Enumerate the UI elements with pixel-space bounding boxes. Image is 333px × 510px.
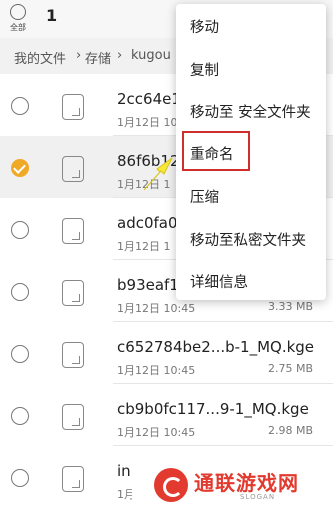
breadcrumb-separator-icon: ›	[117, 48, 123, 63]
watermark-logo: 通联游戏网 SLOGAN	[132, 462, 333, 510]
annotation-arrow-icon	[143, 157, 173, 191]
file-name: 2cc64e1	[117, 90, 181, 108]
file-name: adc0fa0	[117, 214, 178, 232]
list-item[interactable]: c652784be2...b-1_MQ.kge 1月12日 10:45 2.75…	[0, 322, 333, 384]
menu-item-copy[interactable]: 复制	[190, 59, 219, 80]
file-icon	[62, 280, 84, 306]
file-icon	[62, 404, 84, 430]
watermark-text: 通联游戏网	[194, 471, 299, 495]
file-icon	[62, 342, 84, 368]
file-size: 3.33 MB	[267, 300, 313, 313]
row-checkbox[interactable]	[11, 469, 29, 487]
file-size: 2.75 MB	[267, 362, 313, 375]
menu-item-move[interactable]: 移动	[190, 16, 219, 37]
row-checkbox-checked[interactable]	[11, 159, 29, 177]
file-name: c652784be2...b-1_MQ.kge	[117, 338, 315, 356]
file-name: cb9b0fc117...9-1_MQ.kge	[117, 400, 309, 418]
breadcrumb-separator-icon: ›	[76, 48, 82, 63]
file-icon	[62, 218, 84, 244]
file-date: 1月12日 10:45	[117, 426, 196, 439]
file-size: 2.98 MB	[267, 424, 313, 437]
row-checkbox[interactable]	[11, 97, 29, 115]
row-checkbox[interactable]	[11, 221, 29, 239]
menu-item-compress[interactable]: 压缩	[190, 186, 219, 207]
row-checkbox[interactable]	[11, 283, 29, 301]
row-checkbox[interactable]	[11, 407, 29, 425]
file-date: 1月12日 10:45	[117, 302, 196, 315]
list-item[interactable]: cb9b0fc117...9-1_MQ.kge 1月12日 10:45 2.98…	[0, 384, 333, 446]
file-icon	[62, 94, 84, 120]
select-all-label: 全部	[10, 23, 26, 32]
menu-item-details[interactable]: 详细信息	[190, 271, 248, 292]
file-date: 1月12日 1	[117, 240, 171, 253]
watermark-slogan: SLOGAN	[240, 493, 276, 501]
breadcrumb-folder[interactable]: kugou	[131, 48, 171, 63]
menu-item-move-to-private-folder[interactable]: 移动至私密文件夹	[190, 229, 306, 250]
breadcrumb-storage[interactable]: 存储	[85, 48, 111, 67]
breadcrumb-root[interactable]: 我的文件	[14, 48, 66, 67]
file-date: 1月12日 10:45	[117, 364, 196, 377]
menu-item-move-to-secure-folder[interactable]: 移动至 安全文件夹	[190, 101, 311, 122]
file-icon	[62, 466, 84, 492]
annotation-highlight-box	[182, 131, 250, 171]
file-name: in	[117, 462, 131, 480]
file-name: b93eaf1	[117, 276, 179, 294]
selected-count: 1	[46, 6, 58, 25]
file-icon	[62, 156, 84, 182]
watermark-mark-icon	[154, 468, 188, 502]
select-all-checkbox[interactable]	[10, 4, 26, 20]
row-checkbox[interactable]	[11, 345, 29, 363]
